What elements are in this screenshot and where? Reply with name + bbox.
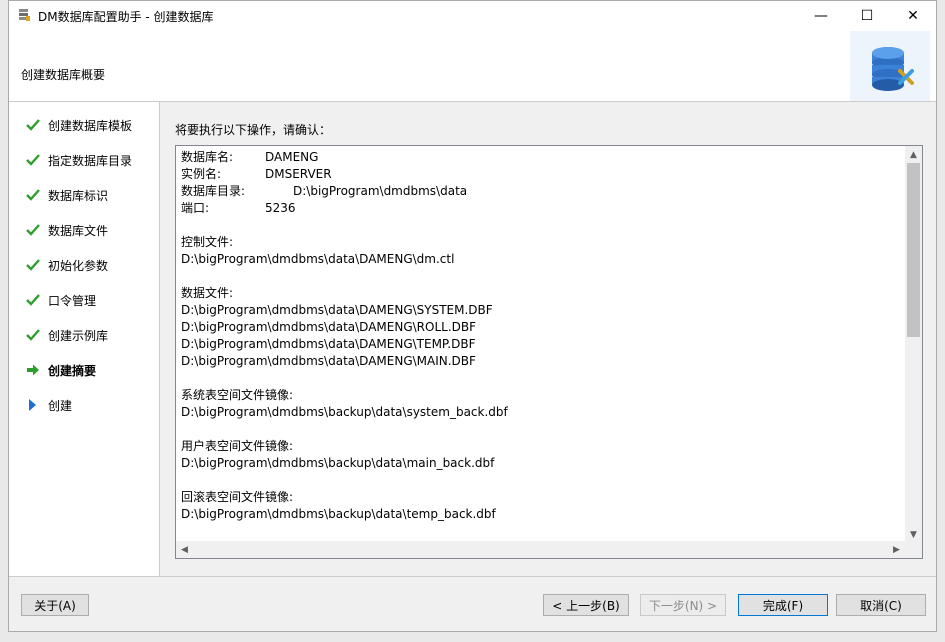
section-label: 控制文件: (181, 235, 234, 249)
back-button[interactable]: < 上一步(B) (543, 594, 629, 616)
field-value: 5236 (265, 201, 296, 215)
check-icon (25, 152, 41, 168)
step-label: 创建示例库 (48, 328, 109, 343)
triangle-right-icon (25, 397, 41, 413)
field-label: 实例名: (181, 167, 222, 181)
wizard-steps-sidebar: 创建数据库模板 指定数据库目录 数据库标识 数据库文件 初始化参数 口令管理 创… (9, 102, 160, 576)
wizard-header: 创建数据库概要 (9, 31, 936, 102)
scrollbar-corner (905, 541, 922, 558)
check-icon (25, 117, 41, 133)
maximize-icon: ☐ (860, 8, 874, 24)
file-path: D:\bigProgram\dmdbms\data\DAMENG\dm.ctl (181, 252, 455, 266)
check-icon (25, 327, 41, 343)
vertical-scroll-thumb[interactable] (907, 163, 920, 337)
step-label: 创建摘要 (48, 363, 97, 378)
section-label: 回滚表空间文件镜像: (181, 490, 294, 504)
file-path: D:\bigProgram\dmdbms\data\DAMENG\TEMP.DB… (181, 337, 476, 351)
close-icon: ✕ (907, 8, 919, 24)
step-init-params: 初始化参数 (25, 255, 108, 275)
check-icon (25, 257, 41, 273)
minimize-icon: — (814, 8, 828, 24)
file-path: D:\bigProgram\dmdbms\data\DAMENG\MAIN.DB… (181, 354, 476, 368)
app-icon (19, 9, 30, 21)
file-path: D:\bigProgram\dmdbms\backup\data\main_ba… (181, 456, 495, 470)
maximize-button[interactable]: ☐ (844, 1, 890, 31)
section-label: 用户表空间文件镜像: (181, 439, 294, 453)
file-path: D:\bigProgram\dmdbms\backup\data\system_… (181, 405, 508, 419)
arrow-right-icon (25, 362, 41, 378)
window-title: DM数据库配置助手 - 创建数据库 (38, 10, 214, 24)
close-button[interactable]: ✕ (890, 1, 936, 31)
field-label: 数据库目录: (181, 184, 246, 198)
section-label: 数据文件: (181, 286, 234, 300)
check-icon (25, 187, 41, 203)
title-bar: DM数据库配置助手 - 创建数据库 — ☐ ✕ (9, 1, 936, 31)
scroll-left-icon[interactable]: ◀ (176, 541, 193, 558)
about-button[interactable]: 关于(A) (21, 594, 89, 616)
field-value: DAMENG (265, 150, 319, 164)
field-value: DMSERVER (265, 167, 332, 181)
check-icon (25, 292, 41, 308)
finish-button[interactable]: 完成(F) (738, 594, 828, 616)
header-title: 创建数据库概要 (21, 68, 106, 82)
cancel-button[interactable]: 取消(C) (836, 594, 926, 616)
scroll-right-icon[interactable]: ▶ (888, 541, 905, 558)
step-label: 数据库文件 (48, 223, 109, 238)
summary-line: 数据库名: DAMENG (181, 149, 901, 166)
step-password: 口令管理 (25, 290, 96, 310)
summary-line: 实例名: DMSERVER (181, 166, 901, 183)
summary-line: 数据库目录: D:\bigProgram\dmdbms\data (181, 183, 901, 200)
horizontal-scrollbar[interactable]: ◀ ▶ (176, 541, 905, 558)
step-summary: 创建摘要 (25, 360, 96, 380)
step-db-directory: 指定数据库目录 (25, 150, 132, 170)
file-path: D:\bigProgram\dmdbms\backup\data\temp_ba… (181, 507, 496, 521)
step-db-identity: 数据库标识 (25, 185, 108, 205)
step-label: 创建数据库模板 (48, 118, 133, 133)
file-path: D:\bigProgram\dmdbms\data\DAMENG\ROLL.DB… (181, 320, 477, 334)
step-sample-db: 创建示例库 (25, 325, 108, 345)
database-tools-icon (850, 31, 930, 101)
vertical-scrollbar[interactable]: ▲ ▼ (905, 146, 922, 543)
check-icon (25, 222, 41, 238)
step-label: 创建 (48, 398, 73, 413)
confirm-label: 将要执行以下操作，请确认： (175, 123, 332, 137)
scroll-up-icon[interactable]: ▲ (905, 146, 922, 163)
field-value: D:\bigProgram\dmdbms\data (293, 184, 468, 198)
step-label: 数据库标识 (48, 188, 109, 203)
field-label: 端口: (181, 201, 210, 215)
summary-content: 数据库名: DAMENG 实例名: DMSERVER 数据库目录: D:\bigPro… (181, 149, 901, 523)
summary-text-area[interactable]: 数据库名: DAMENG 实例名: DMSERVER 数据库目录: D:\bigPro… (175, 145, 923, 559)
step-create-template: 创建数据库模板 (25, 115, 132, 135)
next-button[interactable]: 下一步(N) > (640, 594, 726, 616)
wizard-window: DM数据库配置助手 - 创建数据库 — ☐ ✕ 创建数据库概要 创建数据库模板 … (8, 0, 937, 632)
step-db-files: 数据库文件 (25, 220, 108, 240)
file-path: D:\bigProgram\dmdbms\data\DAMENG\SYSTEM.… (181, 303, 493, 317)
section-label: 系统表空间文件镜像: (181, 388, 294, 402)
step-create: 创建 (25, 395, 72, 415)
step-label: 指定数据库目录 (48, 153, 133, 168)
step-label: 口令管理 (48, 293, 97, 308)
summary-line: 端口: 5236 (181, 200, 901, 217)
step-label: 初始化参数 (48, 258, 109, 273)
field-label: 数据库名: (181, 150, 234, 164)
footer-divider (9, 576, 936, 577)
minimize-button[interactable]: — (798, 1, 844, 31)
